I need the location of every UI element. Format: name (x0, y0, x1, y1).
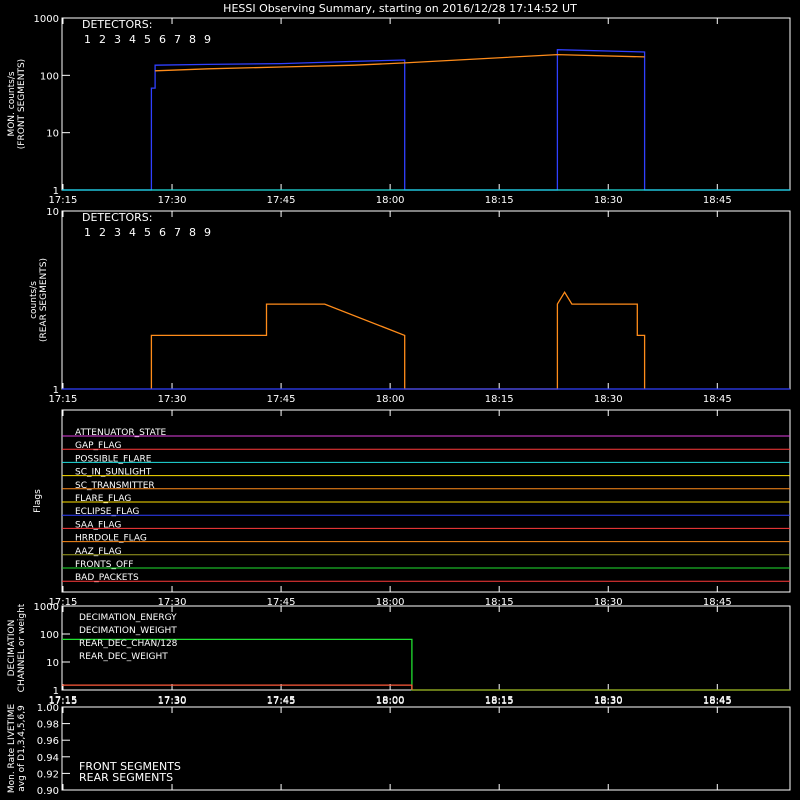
x-tick-label: 18:30 (594, 195, 623, 206)
y-tick-label: 0.92 (37, 769, 59, 780)
y-tick-label: 10 (46, 658, 59, 669)
detector-number: 6 (159, 226, 166, 239)
y-tick-label: 0.90 (37, 786, 59, 797)
series-line (62, 684, 413, 690)
x-tick-label: 17:45 (267, 394, 296, 405)
x-tick-label: 18:45 (703, 394, 732, 405)
detectors-label: DETECTORS: (82, 18, 152, 31)
y-axis-label: (REAR SEGMENTS) (39, 258, 49, 342)
detector-number: 7 (174, 33, 181, 46)
decimation-legend-label: REAR_DEC_WEIGHT (79, 652, 168, 662)
panel-frame (61, 17, 791, 191)
y-axis-label: Flags (33, 489, 43, 513)
detector-number: 1 (84, 33, 91, 46)
y-axis-label: CHANNEL or weight (17, 603, 27, 692)
y-tick-label: 10 (46, 207, 59, 218)
x-tick-label: 18:45 (703, 195, 732, 206)
y-tick-label: 100 (40, 630, 59, 641)
y-axis-label: (FRONT SEGMENTS) (17, 59, 27, 149)
detector-number: 1 (84, 226, 91, 239)
y-tick-label: 1 (53, 385, 59, 396)
x-tick-label: 18:30 (594, 696, 623, 707)
y-tick-label: 0.98 (37, 720, 59, 731)
decimation-legend-label: DECIMATION_WEIGHT (79, 626, 177, 636)
y-tick-label: 1000 (34, 14, 59, 25)
x-tick-label: 17:45 (267, 195, 296, 206)
detector-number: 9 (204, 226, 211, 239)
x-tick-label: 18:15 (485, 195, 514, 206)
y-axis-label: Mon. Rate LIVETIME (7, 704, 17, 794)
y-axis-label: MON. counts/s (7, 71, 17, 136)
x-tick-label: 17:30 (158, 696, 187, 707)
detector-number: 7 (174, 226, 181, 239)
x-tick-label: 18:45 (703, 696, 732, 707)
detector-number: 6 (159, 33, 166, 46)
y-tick-label: 0.96 (37, 736, 59, 747)
detector-number: 5 (144, 33, 151, 46)
detectors-label: DETECTORS: (82, 211, 152, 224)
chart-title: HESSI Observing Summary, starting on 201… (223, 2, 577, 15)
decimation-legend-label: DECIMATION_ENERGY (79, 613, 177, 623)
detector-number: 2 (99, 33, 106, 46)
detector-number: 8 (189, 226, 196, 239)
x-tick-label: 17:30 (158, 394, 187, 405)
detector-number: 9 (204, 33, 211, 46)
detector-number: 4 (129, 33, 136, 46)
x-tick-label: 17:15 (49, 696, 78, 707)
detector-number: 4 (129, 226, 136, 239)
x-tick-label: 18:00 (376, 394, 405, 405)
detector-number: 3 (114, 33, 121, 46)
detector-number: 5 (144, 226, 151, 239)
detector-number: 2 (99, 226, 106, 239)
series-line (150, 290, 646, 390)
y-axis-label: avg of D1,3,4,5,6,9 (17, 705, 27, 792)
x-tick-label: 17:45 (267, 696, 296, 707)
y-tick-label: 100 (40, 71, 59, 82)
detector-number: 8 (189, 33, 196, 46)
detector-number: 3 (114, 226, 121, 239)
x-tick-label: 18:15 (485, 394, 514, 405)
livetime-legend-label: REAR SEGMENTS (79, 771, 173, 784)
x-tick-label: 18:15 (485, 696, 514, 707)
y-tick-label: 1000 (34, 602, 59, 613)
decimation-legend-label: REAR_DEC_CHAN/128 (79, 639, 178, 649)
x-tick-label: 18:00 (376, 696, 405, 707)
y-tick-label: 1 (53, 186, 59, 197)
series-line (155, 53, 645, 72)
y-tick-label: 0.94 (37, 753, 59, 764)
panels-layer: 17:15 17:30 17:45 18:00 18:15 18:30 18:4517:15… (7, 14, 791, 797)
panel-frame (61, 210, 791, 390)
y-axis-label: DECIMATION (7, 620, 17, 677)
x-tick-label: 17:30 (158, 195, 187, 206)
x-tick-label: 18:30 (594, 394, 623, 405)
x-tick-label: 18:00 (376, 195, 405, 206)
y-tick-label: 10 (46, 129, 59, 140)
panel-frame (61, 409, 791, 593)
y-axis-label: counts/s (29, 281, 39, 319)
hessi-summary-chart: HESSI Observing Summary, starting on 201… (7, 2, 791, 797)
